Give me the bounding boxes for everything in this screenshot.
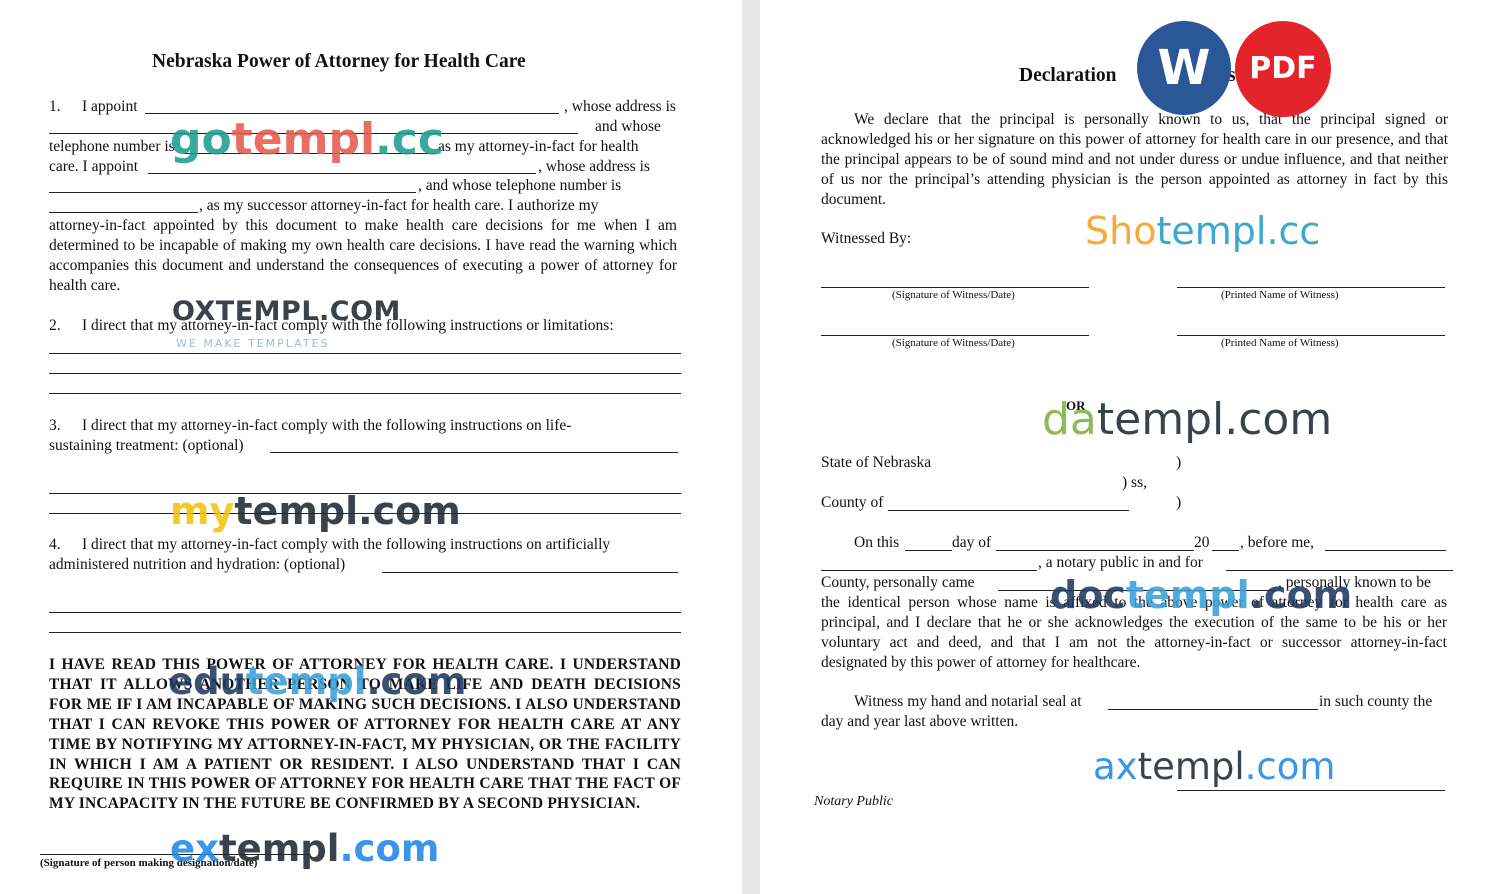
witness-hand-label: Witness my hand and notarial seal at xyxy=(854,693,1082,710)
day-line[interactable] xyxy=(905,550,952,551)
item-1-line-3a: telephone number is xyxy=(49,138,175,155)
watermark-doctempl: doctempl.com xyxy=(1050,573,1353,617)
witnessed-by-label: Witnessed By: xyxy=(821,230,912,247)
document-title: Nebraska Power of Attorney for Health Ca… xyxy=(152,51,526,72)
item-1-line-4b: , whose address is xyxy=(538,158,650,175)
item-4-line-2: administered nutrition and hydration: (o… xyxy=(49,556,346,573)
item-3-line-2: sustaining treatment: (optional) xyxy=(49,437,244,454)
item-1-number: 1. xyxy=(49,98,61,115)
item-4-line-1: I direct that my attorney-in-fact comply… xyxy=(82,536,611,553)
successor-phone-line[interactable] xyxy=(49,212,198,213)
notary-in-label: , a notary public in and for xyxy=(1038,554,1203,571)
item-3-number: 3. xyxy=(49,417,61,434)
nutrition-line-2[interactable] xyxy=(49,612,681,613)
item-3-line-1: I direct that my attorney-in-fact comply… xyxy=(82,417,572,434)
witness-1-signature-line[interactable] xyxy=(821,287,1089,288)
successor-address-line[interactable] xyxy=(49,192,416,193)
county-came-label: County, personally came xyxy=(821,574,975,591)
item-1-line-5: , and whose telephone number is xyxy=(418,177,622,194)
watermark-gotempl: gotempl.cc xyxy=(170,114,444,165)
item-1-line-1a: I appoint xyxy=(82,98,138,115)
successor-name-line[interactable] xyxy=(148,173,536,174)
witness-2-name-line[interactable] xyxy=(1177,335,1445,336)
item-1-body: attorney-in-fact appointed by this docum… xyxy=(49,217,677,294)
watermark-extempl: extempl.com xyxy=(170,827,440,870)
declaration-text: We declare that the principal is persona… xyxy=(821,111,1448,208)
item-1-line-4a: care. I appoint xyxy=(49,158,139,175)
notary-signature-line[interactable] xyxy=(1177,790,1445,791)
state-paren: ) xyxy=(1176,454,1182,471)
before-me-label: , before me, xyxy=(1240,534,1315,551)
on-this-label: On this xyxy=(854,534,900,551)
pdf-download-icon[interactable]: PDF xyxy=(1235,21,1331,117)
notary-public-label: Notary Public xyxy=(814,794,893,809)
nutrition-line-3[interactable] xyxy=(49,632,681,633)
watermark-oxtempl-tagline: WE MAKE TEMPLATES xyxy=(176,337,330,350)
witness-2-signature-line[interactable] xyxy=(821,335,1089,336)
item-1-line-1b: , whose address is xyxy=(564,98,676,115)
county-label: County of xyxy=(821,494,884,511)
day-of-label: day of xyxy=(952,534,992,551)
month-line[interactable] xyxy=(996,550,1194,551)
item-1-line-3b: as my attorney-in-fact for health xyxy=(438,138,639,155)
instructions-line-1[interactable] xyxy=(49,353,681,354)
witness-2-name-caption: (Printed Name of Witness) xyxy=(1221,337,1339,349)
watermark-edutempl: edutempl.com xyxy=(168,660,467,703)
declaration-title-start: Declaration xyxy=(1019,65,1117,86)
item-2-number: 2. xyxy=(49,317,61,334)
seal-location-line[interactable] xyxy=(1108,709,1318,710)
item-4-number: 4. xyxy=(49,536,61,553)
witness-1-name-caption: (Printed Name of Witness) xyxy=(1221,289,1339,301)
county-paren: ) xyxy=(1176,494,1182,511)
life-sustaining-line-1[interactable] xyxy=(270,452,678,453)
watermark-oxtempl: OXTEMPL.COM xyxy=(172,296,401,327)
witness-2-signature-caption: (Signature of Witness/Date) xyxy=(892,337,1015,349)
item-1-line-6: , as my successor attorney-in-fact for h… xyxy=(199,197,599,214)
watermark-shotempl: Shotempl.cc xyxy=(1085,209,1321,253)
watermark-axtempl: axtempl.com xyxy=(1093,745,1336,788)
ss-label: ) ss, xyxy=(1122,474,1147,491)
watermark-mytempl: mytempl.com xyxy=(170,489,461,533)
in-such-county-label: in such county the xyxy=(1319,693,1433,710)
day-year-label: day and year last above written. xyxy=(821,713,1019,730)
nutrition-line-1[interactable] xyxy=(382,572,678,573)
county-line[interactable] xyxy=(888,510,1129,511)
instructions-line-2[interactable] xyxy=(49,373,681,374)
notary-name-line-2[interactable] xyxy=(821,570,1037,571)
witness-1-signature-caption: (Signature of Witness/Date) xyxy=(892,289,1015,301)
item-1-line-2: and whose xyxy=(595,118,661,135)
year-line[interactable] xyxy=(1212,550,1239,551)
state-label: State of Nebraska xyxy=(821,454,932,471)
witness-1-name-line[interactable] xyxy=(1177,287,1445,288)
watermark-datempl: datempl.com xyxy=(1042,394,1333,445)
year-prefix: 20 xyxy=(1194,534,1210,551)
word-download-icon[interactable]: W xyxy=(1137,21,1231,115)
notary-county-line[interactable] xyxy=(1226,570,1453,571)
notary-name-line[interactable] xyxy=(1325,550,1446,551)
instructions-line-3[interactable] xyxy=(49,393,681,394)
